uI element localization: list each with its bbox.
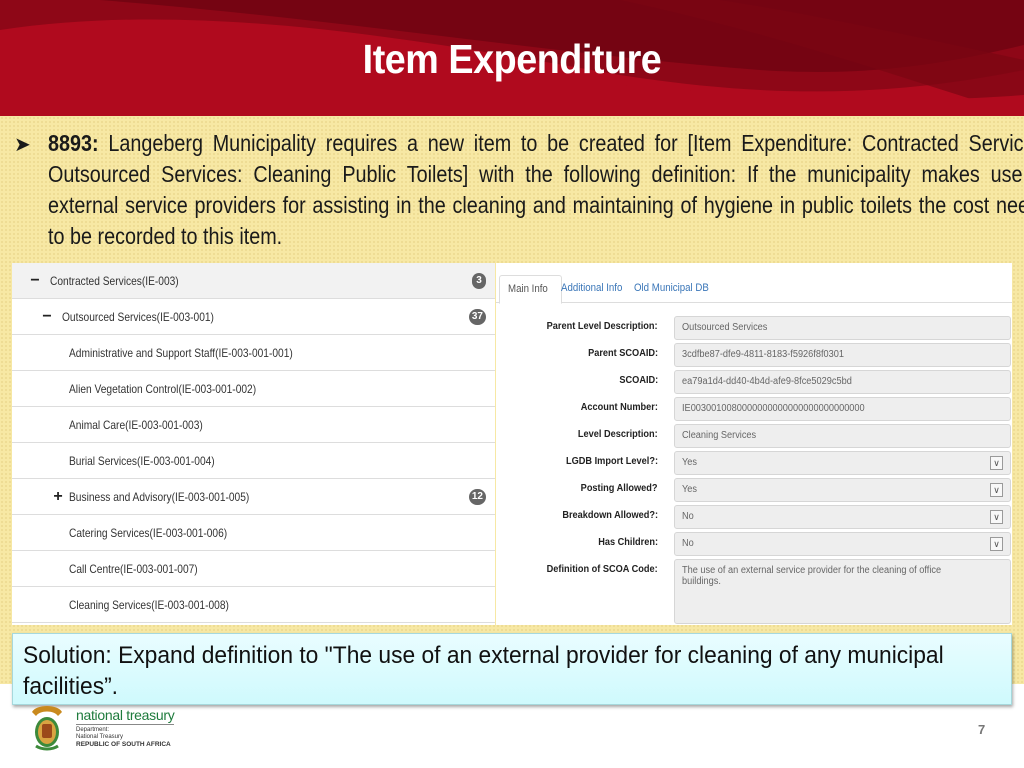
tree-item-label: Call Centre(IE-003-001-007) (69, 561, 198, 576)
tab-old-municipal-db[interactable]: Old Municipal DB (626, 275, 727, 304)
arrow-bullet-icon: ➤ (14, 134, 31, 156)
field-breakdown-allowed: Breakdown Allowed?: No ∨ (496, 505, 1012, 529)
definition-textarea[interactable]: The use of an external service provider … (674, 559, 1011, 624)
field-account-number: Account Number: IE0030010080000000000000… (496, 397, 1012, 421)
lgdb-import-level-select[interactable]: Yes ∨ (674, 451, 1011, 475)
issue-text: Langeberg Municipality requires a new it… (48, 130, 1024, 249)
tree-item[interactable]: Catering Services(IE-003-001-006) (12, 515, 495, 551)
account-number-input[interactable]: IE0030010080000000000000000000000000 (674, 397, 1011, 421)
child-count-badge: 37 (468, 309, 486, 325)
expand-icon[interactable]: + (52, 488, 64, 506)
tree-item-label: Administrative and Support Staff(IE-003-… (69, 345, 293, 360)
item-detail-panel: Main Info Additional Info Old Municipal … (496, 263, 1012, 625)
field-parent-level-description: Parent Level Description: Outsourced Ser… (496, 316, 1012, 340)
field-parent-scoaid: Parent SCOAID: 3cdfbe87-dfe9-4811-8183-f… (496, 343, 1012, 367)
treasury-logo-text: national treasury (76, 707, 175, 725)
tree-item-label: Business and Advisory(IE-003-001-005) (69, 489, 250, 504)
field-scoaid: SCOAID: ea79a1d4-dd40-4b4d-afe9-8fce5029… (496, 370, 1012, 394)
child-count-badge: 3 (472, 273, 486, 289)
collapse-icon[interactable]: − (41, 308, 53, 326)
parent-level-description-input[interactable]: Outsourced Services (674, 316, 1011, 340)
chevron-down-icon[interactable]: ∨ (990, 483, 1003, 497)
has-children-select[interactable]: No ∨ (674, 532, 1011, 556)
issue-reference: 8893: (48, 130, 99, 156)
page-number: 7 (978, 722, 986, 737)
tree-item[interactable]: + Business and Advisory(IE-003-001-005) … (12, 479, 495, 515)
parent-scoaid-input[interactable]: 3cdfbe87-dfe9-4811-8183-f5926f8f0301 (674, 343, 1011, 367)
issue-statement: ➤ 8893: Langeberg Municipality requires … (14, 128, 1024, 252)
scoaid-input[interactable]: ea79a1d4-dd40-4b4d-afe9-8fce5029c5bd (674, 370, 1011, 394)
tree-item[interactable]: Cleaning Services(IE-003-001-008) (12, 587, 495, 623)
tree-item[interactable]: Burial Services(IE-003-001-004) (12, 443, 495, 479)
tree-item-label: Contracted Services(IE-003) (50, 273, 179, 288)
field-lgdb-import-level: LGDB Import Level?: Yes ∨ (496, 451, 1012, 475)
field-has-children: Has Children: No ∨ (496, 532, 1012, 556)
tree-item-label: Alien Vegetation Control(IE-003-001-002) (69, 381, 257, 396)
tree-item-label: Animal Care(IE-003-001-003) (69, 417, 203, 432)
tree-item[interactable]: − Contracted Services(IE-003) 3 (12, 263, 495, 299)
field-definition-of-scoa-code: Definition of SCOA Code: The use of an e… (496, 559, 1012, 624)
treasury-department-text: Department: National Treasury REPUBLIC O… (76, 727, 171, 748)
solution-text: Solution: Expand definition to "The use … (23, 642, 944, 700)
tree-item[interactable]: − Outsourced Services(IE-003-001) 37 (12, 299, 495, 335)
tree-item-label: Cleaning Services(IE-003-001-008) (69, 597, 229, 612)
tree-item[interactable]: Animal Care(IE-003-001-003) (12, 407, 495, 443)
tree-item-label: Burial Services(IE-003-001-004) (69, 453, 215, 468)
posting-allowed-select[interactable]: Yes ∨ (674, 478, 1011, 502)
chevron-down-icon[interactable]: ∨ (990, 456, 1003, 470)
level-description-input[interactable]: Cleaning Services (674, 424, 1011, 448)
tree-item-label: Outsourced Services(IE-003-001) (62, 309, 214, 324)
field-posting-allowed: Posting Allowed? Yes ∨ (496, 478, 1012, 502)
tree-item[interactable]: Administrative and Support Staff(IE-003-… (12, 335, 495, 371)
tree-item[interactable]: Call Centre(IE-003-001-007) (12, 551, 495, 587)
coat-of-arms-icon (32, 706, 62, 751)
collapse-icon[interactable]: − (29, 272, 41, 290)
scoa-tree-panel: − Contracted Services(IE-003) 3 − Outsou… (12, 263, 495, 625)
tree-item[interactable]: Alien Vegetation Control(IE-003-001-002) (12, 371, 495, 407)
field-level-description: Level Description: Cleaning Services (496, 424, 1012, 448)
solution-callout: Solution: Expand definition to "The use … (12, 633, 1012, 705)
slide-title: Item Expenditure (362, 36, 662, 82)
breakdown-allowed-select[interactable]: No ∨ (674, 505, 1011, 529)
child-count-badge: 12 (468, 489, 486, 505)
detail-tabs: Main Info Additional Info Old Municipal … (496, 263, 1012, 304)
tree-item-label: Catering Services(IE-003-001-006) (69, 525, 228, 540)
slide-header: Item Expenditure (0, 0, 1024, 116)
chevron-down-icon[interactable]: ∨ (990, 537, 1003, 551)
chevron-down-icon[interactable]: ∨ (990, 510, 1003, 524)
